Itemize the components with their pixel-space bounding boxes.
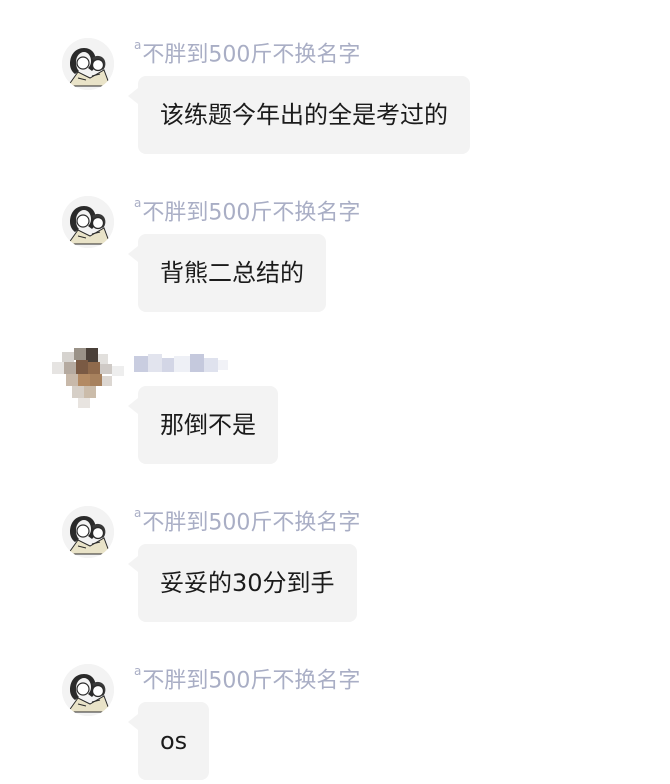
sender-prefix: a [134, 664, 142, 678]
sender-prefix: a [134, 196, 142, 210]
sender-name: a不胖到500斤不换名字 [134, 502, 360, 538]
sender-label: 不胖到500斤不换名字 [142, 510, 361, 536]
message-bubble[interactable]: 背熊二总结的 [128, 234, 326, 312]
cartoon-avatar-icon[interactable] [62, 196, 114, 248]
sender-name: a不胖到500斤不换名字 [134, 660, 360, 696]
cartoon-avatar-icon[interactable] [62, 506, 114, 558]
sender-label: 不胖到500斤不换名字 [142, 200, 361, 226]
message-text: 该练题今年出的全是考过的 [160, 101, 448, 129]
sender-prefix: a [134, 506, 142, 520]
message-text: 妥妥的30分到手 [160, 569, 335, 597]
cartoon-avatar-icon[interactable] [62, 664, 114, 716]
message-bubble[interactable]: os [127, 702, 210, 780]
message-text: os [160, 727, 188, 755]
blurred-sender-name [134, 350, 234, 378]
sender-label: 不胖到500斤不换名字 [142, 668, 361, 694]
message-bubble[interactable]: 妥妥的30分到手 [128, 544, 357, 622]
sender-name: a不胖到500斤不换名字 [134, 34, 360, 70]
sender-label: 不胖到500斤不换名字 [142, 42, 361, 68]
blurred-avatar-icon[interactable] [52, 348, 124, 408]
sender-name: a不胖到500斤不换名字 [134, 192, 360, 228]
message-text: 那倒不是 [160, 411, 256, 439]
cartoon-avatar-icon[interactable] [62, 38, 114, 90]
sender-prefix: a [134, 38, 142, 52]
message-bubble[interactable]: 该练题今年出的全是考过的 [128, 76, 470, 154]
message-bubble[interactable]: 那倒不是 [128, 386, 278, 464]
message-text: 背熊二总结的 [160, 259, 304, 287]
